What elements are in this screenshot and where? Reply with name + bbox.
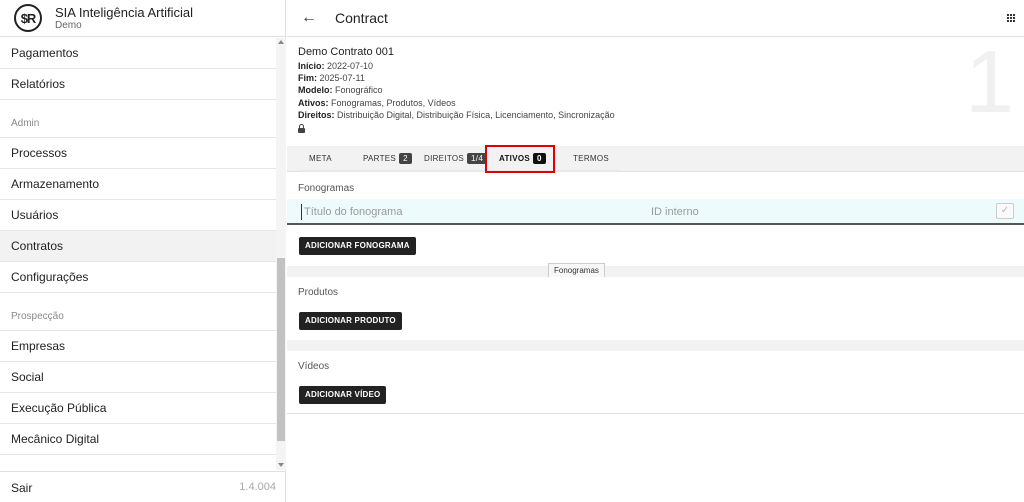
sidebar-nav: Pagamentos Relatórios Admin Processos Ar… (0, 38, 276, 470)
fonograma-id-input[interactable] (651, 204, 831, 220)
app-logo[interactable]: $R (14, 4, 42, 32)
sidebar-item-usuarios[interactable]: Usuários (0, 200, 276, 231)
section-gap (287, 340, 1024, 351)
lock-icon (298, 124, 305, 133)
sidebar-header: $R SIA Inteligência Artificial Demo (0, 0, 286, 37)
logo-text: $R (20, 10, 37, 26)
tab-direitos[interactable]: DIREITOS 1/4 (424, 146, 488, 172)
arrow-left-icon[interactable]: ← (301, 9, 317, 27)
app-subtitle: Demo (55, 20, 82, 31)
section-title-fonogramas: Fonogramas (298, 183, 355, 194)
main-content: ← Contract 1 Demo Contrato 001 Início: 2… (287, 0, 1024, 502)
sidebar-section-admin: Admin (0, 100, 276, 138)
apps-grid-icon[interactable] (1007, 14, 1015, 22)
fonograma-input-row: ✓ (287, 199, 1024, 225)
contract-name: Demo Contrato 001 (298, 46, 394, 58)
app-title: SIA Inteligência Artificial (55, 5, 194, 20)
section-gap (287, 266, 1024, 277)
contract-end: Fim: 2025-07-11 (298, 73, 365, 83)
contract-model: Modelo: Fonográfico (298, 85, 383, 95)
sidebar-scroll-thumb[interactable] (277, 258, 285, 441)
section-title-produtos: Produtos (298, 287, 339, 298)
logout-button[interactable]: Sair (11, 481, 32, 495)
contract-number: 1 (965, 32, 1014, 131)
app-version: 1.4.004 (239, 481, 276, 493)
top-bar: ← Contract (287, 0, 1024, 37)
add-fonograma-button[interactable]: ADICIONAR FONOGRAMA (299, 237, 416, 255)
sidebar: $R SIA Inteligência Artificial Demo Paga… (0, 0, 286, 502)
sidebar-item-configuracoes[interactable]: Configurações (0, 262, 276, 293)
contract-summary: 1 Demo Contrato 001 Início: 2022-07-10 F… (287, 38, 1024, 145)
fonogramas-section: Fonogramas ✓ ADICIONAR FONOGRAMA (287, 173, 1024, 266)
sidebar-item-processos[interactable]: Processos (0, 138, 276, 169)
sidebar-footer: Sair 1.4.004 (0, 471, 286, 502)
contract-start: Início: 2022-07-10 (298, 61, 374, 71)
check-icon[interactable]: ✓ (996, 203, 1014, 219)
sidebar-section-prospeccao: Prospecção (0, 293, 276, 331)
sidebar-item-contratos[interactable]: Contratos (0, 231, 276, 262)
scroll-up-icon[interactable] (278, 40, 284, 44)
tab-meta[interactable]: META (309, 146, 332, 172)
produtos-section: Produtos ADICIONAR PRODUTO (287, 277, 1024, 340)
scroll-down-icon[interactable] (278, 463, 284, 467)
videos-section: Vídeos ADICIONAR VÍDEO (287, 351, 1024, 414)
tab-partes[interactable]: PARTES 2 (363, 146, 412, 172)
add-video-button[interactable]: ADICIONAR VÍDEO (299, 386, 387, 404)
highlight-box (485, 145, 555, 173)
add-produto-button[interactable]: ADICIONAR PRODUTO (299, 312, 402, 330)
page-title: Contract (335, 10, 388, 26)
tab-badge: 2 (399, 153, 412, 164)
sidebar-item-empresas[interactable]: Empresas (0, 331, 276, 362)
sidebar-item-relatorios[interactable]: Relatórios (0, 69, 276, 100)
contract-assets: Ativos: Fonogramas, Produtos, Vídeos (298, 98, 456, 108)
sidebar-item-armazenamento[interactable]: Armazenamento (0, 169, 276, 200)
sidebar-item-pagamentos[interactable]: Pagamentos (0, 38, 276, 69)
sidebar-item-execucao-publica[interactable]: Execução Pública (0, 393, 276, 424)
sidebar-item-social[interactable]: Social (0, 362, 276, 393)
fonograma-title-input[interactable] (301, 204, 631, 220)
tab-termos[interactable]: TERMOS (573, 146, 609, 172)
section-title-videos: Vídeos (298, 361, 330, 372)
tooltip: Fonogramas (548, 263, 605, 278)
contract-rights: Direitos: Distribuição Digital, Distribu… (298, 110, 615, 120)
tab-bar: META PARTES 2 DIREITOS 1/4 ATIVOS 0 TERMOS (287, 146, 1024, 172)
sidebar-item-mecanico-digital[interactable]: Mecânico Digital (0, 424, 276, 455)
